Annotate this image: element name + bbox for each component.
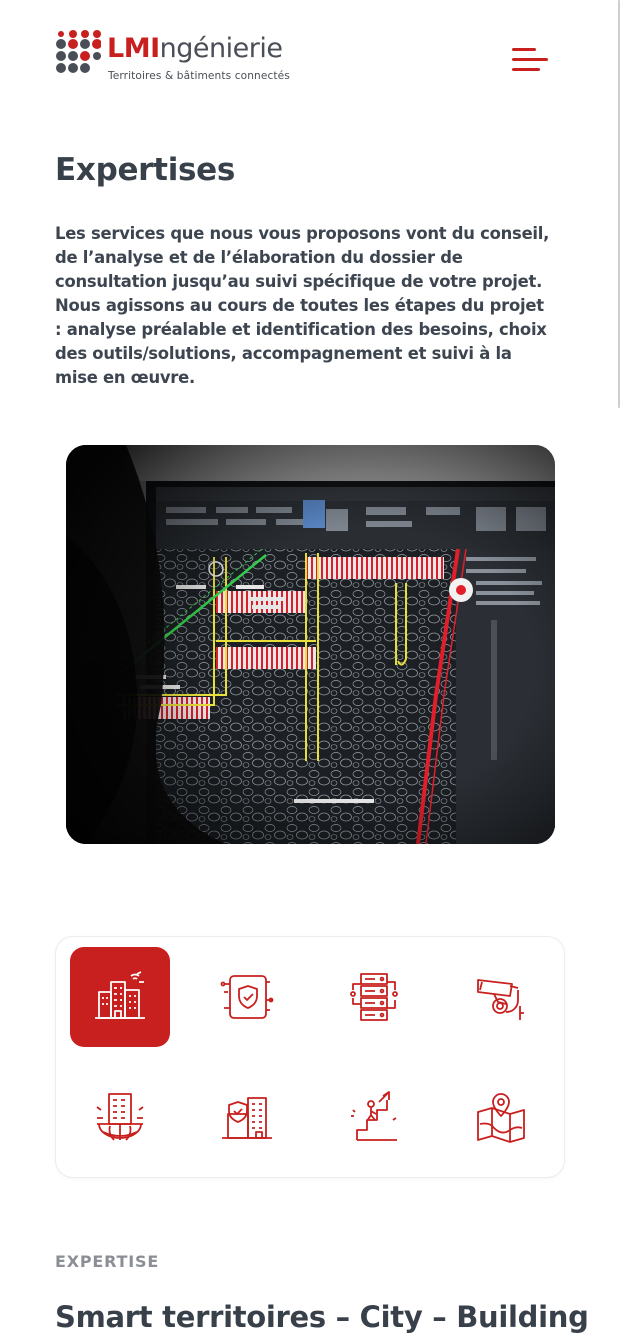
page-scrollbar[interactable] bbox=[616, 0, 620, 1340]
menu-line bbox=[512, 58, 548, 61]
intro-paragraph: Les services que nous vous proposons von… bbox=[55, 224, 550, 387]
site-logo[interactable]: LMIngénierie Territoires & bâtiments con… bbox=[55, 30, 315, 82]
secure-building-icon bbox=[222, 1097, 272, 1139]
expertise-icon-grid bbox=[55, 936, 565, 1178]
section-eyebrow: EXPERTISE bbox=[55, 1252, 160, 1271]
menu-line bbox=[512, 68, 540, 71]
page-title: Expertises bbox=[55, 152, 236, 188]
smart-city-building-icon bbox=[95, 971, 145, 1019]
expertise-tile-smart-city[interactable] bbox=[70, 947, 170, 1047]
logo-mark-icon bbox=[56, 30, 101, 73]
hamburger-menu-icon[interactable] bbox=[508, 44, 552, 80]
logo-wordmark: LMIngénierie bbox=[107, 33, 283, 64]
map-location-icon bbox=[477, 1093, 525, 1143]
global-city-network-icon bbox=[96, 1093, 144, 1141]
logo-wordmark-bold: LMI bbox=[107, 33, 160, 64]
server-rack-icon bbox=[350, 973, 398, 1021]
logo-tagline: Territoires & bâtiments connectés bbox=[108, 70, 290, 82]
expertise-tile-video-surveillance[interactable] bbox=[451, 947, 551, 1047]
cybersecurity-shield-icon bbox=[220, 975, 274, 1019]
expertise-tile-mapping[interactable] bbox=[451, 1067, 551, 1167]
expertise-tile-secure-building[interactable] bbox=[197, 1067, 297, 1167]
section-title: Smart territoires – City – Building bbox=[55, 1300, 589, 1334]
expertise-tile-global-city[interactable] bbox=[70, 1067, 170, 1167]
cctv-camera-icon bbox=[477, 979, 524, 1020]
expertise-tile-growth[interactable] bbox=[324, 1067, 424, 1167]
hero-image bbox=[66, 445, 555, 844]
expertise-tile-cybersecurity[interactable] bbox=[197, 947, 297, 1047]
menu-line bbox=[512, 48, 536, 51]
growth-steps-icon bbox=[351, 1091, 397, 1141]
logo-wordmark-rest: ngénierie bbox=[159, 33, 283, 64]
expertise-tile-servers[interactable] bbox=[324, 947, 424, 1047]
